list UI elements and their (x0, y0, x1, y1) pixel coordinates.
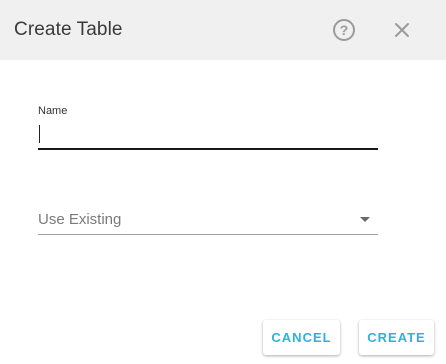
name-label: Name (38, 105, 68, 117)
chevron-down-icon (360, 217, 370, 222)
help-glyph: ? (339, 22, 349, 38)
use-existing-value: Use Existing (38, 211, 122, 228)
use-existing-select[interactable]: Use Existing (38, 207, 378, 235)
dialog-header: Create Table ? (0, 0, 446, 60)
name-input[interactable] (38, 120, 378, 150)
close-icon[interactable] (392, 20, 412, 40)
create-button[interactable]: CREATE (359, 320, 434, 355)
cancel-button[interactable]: CANCEL (263, 320, 340, 355)
help-icon[interactable]: ? (333, 19, 355, 41)
text-caret (39, 125, 40, 143)
dialog-title: Create Table (14, 19, 123, 40)
create-table-dialog: Create Table ? Name Use Existing CANCEL … (0, 0, 446, 364)
